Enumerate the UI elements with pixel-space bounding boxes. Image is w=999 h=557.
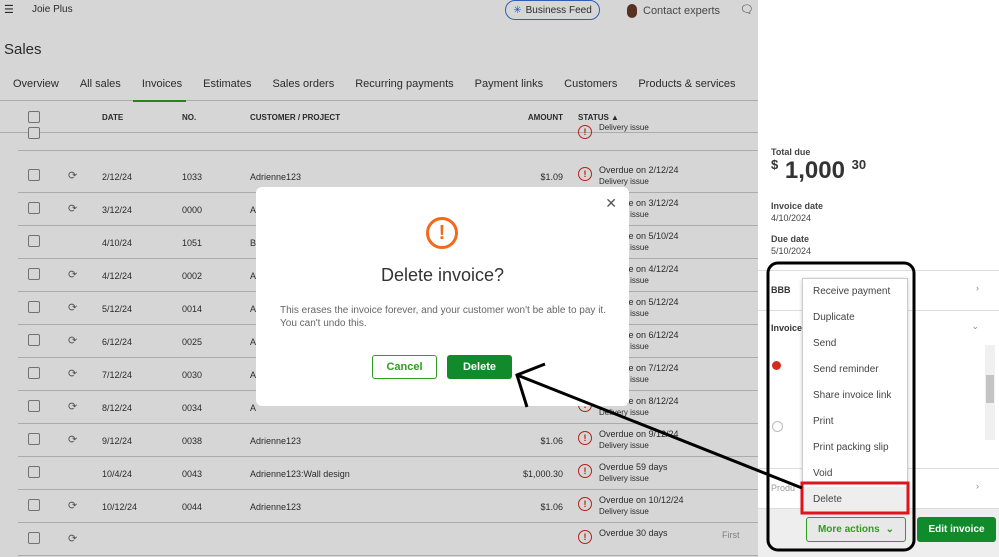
menu-item-print-packing-slip[interactable]: Print packing slip <box>803 435 907 461</box>
total-due-amount: $ 1,000 30 <box>771 157 867 184</box>
cancel-button[interactable]: Cancel <box>372 355 437 379</box>
chevron-right-icon: › <box>976 481 979 491</box>
due-date: 5/10/2024 <box>771 246 812 256</box>
invoice-date: 4/10/2024 <box>771 213 812 223</box>
more-actions-button[interactable]: More actions ⌄ <box>806 517 906 542</box>
menu-item-delete[interactable]: Delete <box>803 487 907 513</box>
delete-invoice-dialog: ✕ ! Delete invoice? This erases the invo… <box>256 187 629 406</box>
more-actions-menu: Receive payment Duplicate Send Send reminde… <box>802 278 908 513</box>
warning-icon: ! <box>426 217 458 249</box>
invoice-date-label: Invoice date <box>771 201 824 211</box>
total-due-label: Total due <box>771 147 811 157</box>
due-date-label: Due date <box>771 234 810 244</box>
menu-item-send[interactable]: Send <box>803 331 907 357</box>
close-icon[interactable]: ✕ <box>605 195 617 212</box>
status-dot-empty <box>772 421 783 432</box>
delete-button[interactable]: Delete <box>447 355 512 379</box>
chevron-right-icon: › <box>976 283 979 293</box>
menu-item-duplicate[interactable]: Duplicate <box>803 305 907 331</box>
sales-page: ☰ Joie Plus ✳ Business Feed Contact exper… <box>0 0 758 557</box>
menu-item-print[interactable]: Print <box>803 409 907 435</box>
chevron-down-icon: ⌄ <box>885 524 895 535</box>
status-dot <box>772 361 781 370</box>
scrollbar[interactable] <box>985 345 995 440</box>
edit-invoice-button[interactable]: Edit invoice <box>917 517 996 542</box>
dialog-message: This erases the invoice forever, and you… <box>280 305 606 329</box>
chevron-down-icon[interactable]: ⌄ <box>971 321 979 332</box>
menu-item-share-invoice-link[interactable]: Share invoice link <box>803 383 907 409</box>
menu-item-void[interactable]: Void <box>803 461 907 487</box>
dialog-title: Delete invoice? <box>380 265 505 285</box>
menu-item-receive-payment[interactable]: Receive payment <box>803 279 907 305</box>
menu-item-send-reminder[interactable]: Send reminder <box>803 357 907 383</box>
